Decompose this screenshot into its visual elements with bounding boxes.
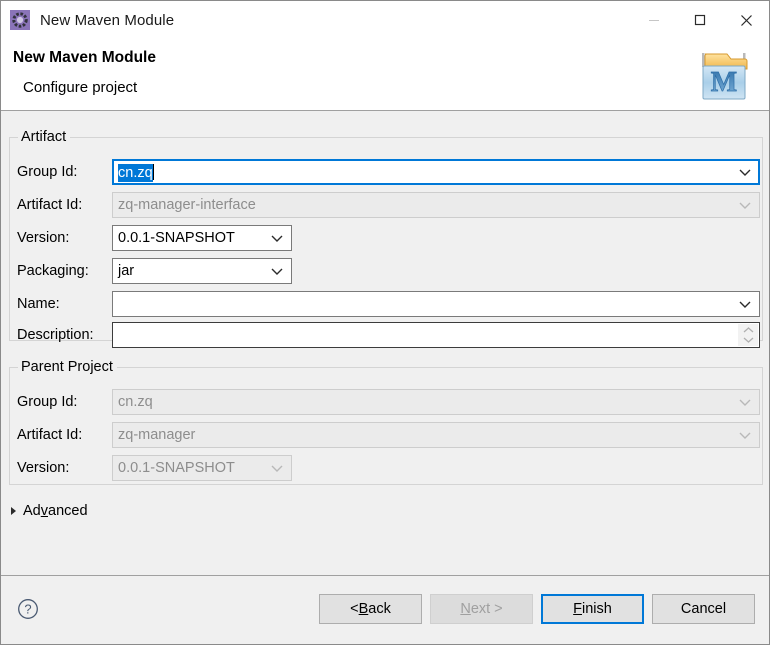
label-parent-artifact-id: Artifact Id: <box>17 427 83 443</box>
artifact-name[interactable] <box>112 291 760 317</box>
row-parent-artifact-id: Artifact Id: zq-manager <box>17 422 760 448</box>
label-parent-version: Version: <box>17 460 70 476</box>
parent-version: 0.0.1-SNAPSHOT <box>112 455 292 481</box>
advanced-toggle[interactable]: Advanced <box>11 503 88 519</box>
window-title: New Maven Module <box>40 11 175 29</box>
label-artifact-version: Version: <box>17 230 70 246</box>
svg-text:M: M <box>711 67 737 98</box>
maven-folder-logo: M <box>695 45 753 105</box>
row-artifact-name: Name: <box>17 291 760 317</box>
chevron-down-icon[interactable] <box>731 292 759 316</box>
row-artifact-group-id: Group Id: cn.zq <box>17 159 760 185</box>
chevron-down-icon <box>731 193 759 217</box>
window-controls <box>631 1 769 39</box>
row-artifact-packaging: Packaging: jar <box>17 258 292 284</box>
row-artifact-artifact-id: Artifact Id: zq-manager-interface <box>17 192 760 218</box>
parent-project-group: Parent Project Group Id: cn.zq Artifact … <box>9 359 763 485</box>
label-artifact-artifact-id: Artifact Id: <box>17 197 83 213</box>
svg-text:?: ? <box>24 602 31 617</box>
artifact-group-id[interactable]: cn.zq <box>112 159 760 185</box>
row-artifact-version: Version: 0.0.1-SNAPSHOT <box>17 225 292 251</box>
chevron-right-icon <box>11 507 16 515</box>
parent-group-id: cn.zq <box>112 389 760 415</box>
chevron-down-icon <box>731 390 759 414</box>
artifact-group-id-value: cn.zq <box>118 163 154 182</box>
chevron-down-icon[interactable] <box>731 160 759 184</box>
artifact-packaging[interactable]: jar <box>112 258 292 284</box>
dialog-body: Artifact Group Id: cn.zq Artifact Id: zq… <box>1 111 769 575</box>
row-artifact-description: Description: <box>17 322 760 348</box>
dialog-footer: ? < Back Next > Finish Cancel <box>1 575 769 644</box>
next-button: Next > <box>430 594 533 624</box>
cancel-button[interactable]: Cancel <box>652 594 755 624</box>
label-artifact-description: Description: <box>17 327 94 343</box>
back-button[interactable]: < Back <box>319 594 422 624</box>
help-icon[interactable]: ? <box>17 598 39 620</box>
artifact-version-value: 0.0.1-SNAPSHOT <box>118 230 235 246</box>
parent-group-id-value: cn.zq <box>118 394 153 410</box>
row-parent-group-id: Group Id: cn.zq <box>17 389 760 415</box>
resize-grip-icon[interactable] <box>738 324 758 346</box>
new-maven-module-dialog: New Maven Module New Maven Module Config… <box>0 0 770 645</box>
label-artifact-packaging: Packaging: <box>17 263 89 279</box>
maximize-icon[interactable] <box>677 1 723 39</box>
label-parent-group-id: Group Id: <box>17 394 78 410</box>
chevron-down-icon[interactable] <box>263 259 291 283</box>
chevron-down-icon <box>263 456 291 480</box>
label-artifact-name: Name: <box>17 296 60 312</box>
parent-artifact-id-value: zq-manager <box>118 427 196 443</box>
row-parent-version: Version: 0.0.1-SNAPSHOT <box>17 455 292 481</box>
chevron-down-icon <box>731 423 759 447</box>
parent-version-value: 0.0.1-SNAPSHOT <box>118 460 235 476</box>
page-title: New Maven Module <box>13 49 156 66</box>
minimize-icon[interactable] <box>631 1 677 39</box>
artifact-packaging-value: jar <box>118 263 135 279</box>
chevron-down-icon[interactable] <box>263 226 291 250</box>
dialog-header: New Maven Module Configure project M <box>1 39 769 111</box>
artifact-group-legend: Artifact <box>21 129 67 145</box>
parent-project-legend: Parent Project <box>21 359 113 375</box>
finish-button[interactable]: Finish <box>541 594 644 624</box>
maven-module-icon <box>10 10 30 30</box>
close-icon[interactable] <box>723 1 769 39</box>
parent-artifact-id: zq-manager <box>112 422 760 448</box>
label-artifact-group-id: Group Id: <box>17 164 78 180</box>
artifact-description[interactable] <box>112 322 760 348</box>
advanced-label: Advanced <box>23 503 88 519</box>
page-subtitle: Configure project <box>23 79 138 96</box>
button-bar: < Back Next > Finish Cancel <box>319 594 755 624</box>
artifact-artifact-id-value: zq-manager-interface <box>118 197 256 213</box>
artifact-group: Artifact Group Id: cn.zq Artifact Id: zq… <box>9 129 763 348</box>
artifact-version[interactable]: 0.0.1-SNAPSHOT <box>112 225 292 251</box>
artifact-artifact-id: zq-manager-interface <box>112 192 760 218</box>
title-bar: New Maven Module <box>1 1 769 39</box>
